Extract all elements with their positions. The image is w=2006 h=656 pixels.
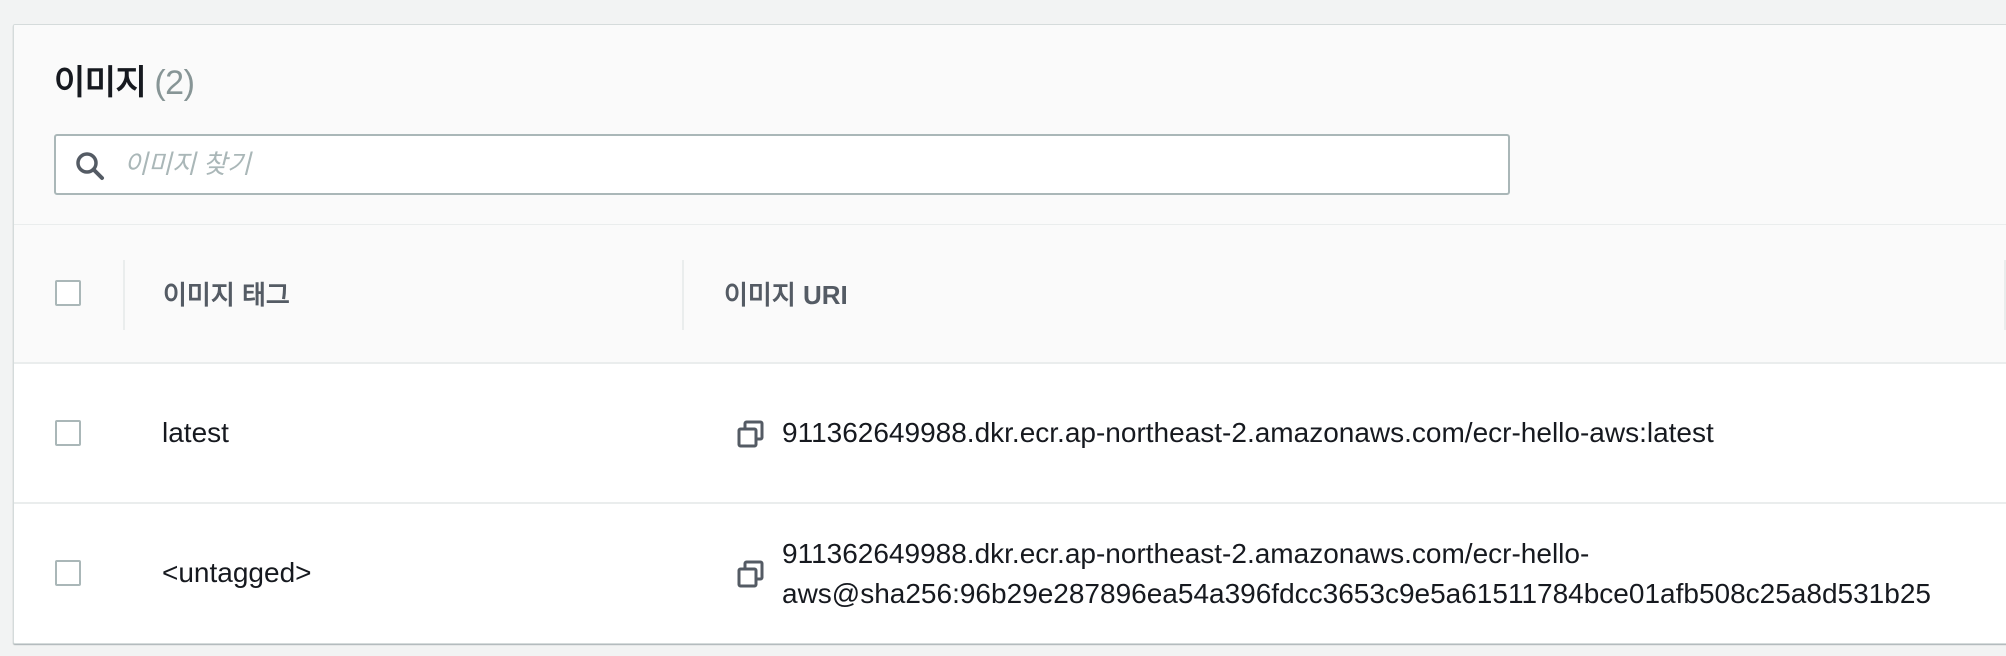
image-uri-line: 911362649988.dkr.ecr.ap-northeast-2.amaz… (782, 538, 1590, 569)
image-tag-cell: <untagged> (162, 557, 312, 588)
row-select-checkbox[interactable] (55, 560, 81, 586)
search-icon (76, 152, 104, 180)
column-divider[interactable] (682, 260, 684, 330)
table-row: <untagged> 911362649988.dkr.ecr.ap-north… (14, 504, 2006, 643)
copy-icon[interactable] (736, 419, 766, 449)
image-count: (2) (154, 64, 195, 102)
column-divider[interactable] (123, 260, 125, 330)
select-all-checkbox[interactable] (55, 280, 81, 306)
copy-icon[interactable] (736, 559, 766, 589)
image-uri-line: aws@sha256:96b29e287896ea54a396fdcc3653c… (782, 578, 1931, 609)
image-uri-cell: 911362649988.dkr.ecr.ap-northeast-2.amaz… (782, 417, 1714, 448)
image-search-input[interactable] (124, 144, 1484, 184)
panel-title: 이미지 (2) (54, 61, 195, 105)
row-select-checkbox[interactable] (55, 420, 81, 446)
panel-title-text: 이미지 (54, 64, 147, 102)
image-search-box[interactable] (54, 134, 1510, 195)
image-tag-cell: latest (162, 417, 229, 448)
table-row: latest 911362649988.dkr.ecr.ap-northeast… (14, 364, 2006, 504)
images-panel: 이미지(2) 이미지 태그 이미지 URI latest 91136264998… (13, 24, 2006, 644)
column-header-image-tag[interactable]: 이미지 태그 (163, 275, 290, 315)
image-uri-cell: 911362649988.dkr.ecr.ap-northeast-2.amaz… (782, 534, 2002, 614)
column-header-image-uri[interactable]: 이미지 URI (724, 275, 848, 315)
panel-header: 이미지 (2) (14, 25, 2006, 225)
table-header: 이미지 태그 이미지 URI (14, 225, 2006, 364)
